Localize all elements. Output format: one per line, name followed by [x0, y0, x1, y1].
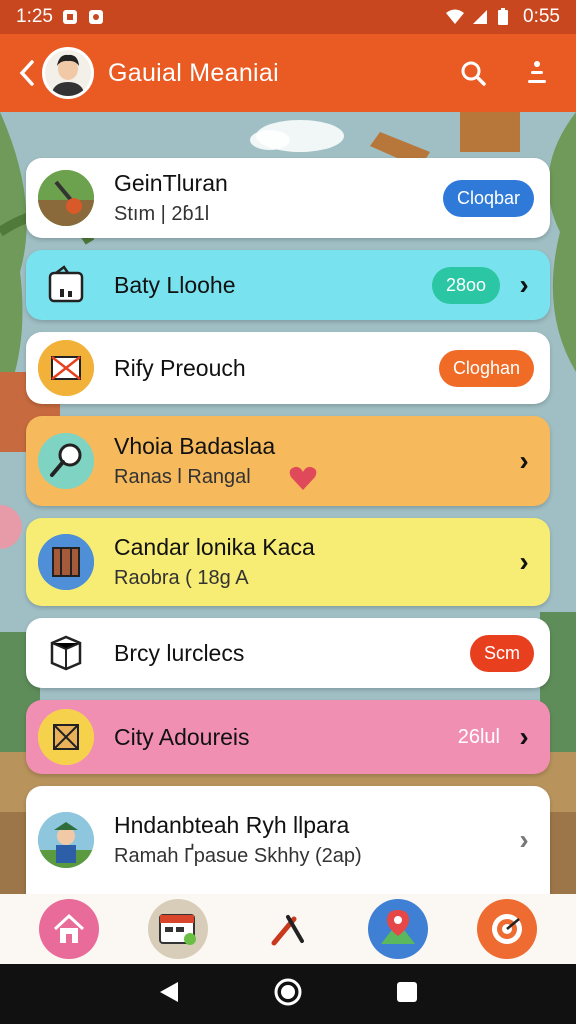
nav-home[interactable]	[38, 899, 99, 959]
status-time: 1:25	[16, 6, 53, 27]
person-icon	[38, 812, 94, 868]
avatar[interactable]	[42, 47, 94, 99]
list-item[interactable]: Candar lonika Kaca Raobra ( 18g A ›	[26, 518, 550, 606]
item-title: Candar lonika Kaca	[114, 534, 315, 560]
list-item[interactable]: City Adoureis 26lul ›	[26, 700, 550, 774]
map-icon	[373, 905, 422, 953]
envelope-icon	[38, 340, 94, 396]
calendar-icon	[38, 534, 94, 590]
target-icon	[492, 914, 523, 944]
crate-icon	[38, 709, 94, 765]
notification-icon	[87, 8, 105, 26]
system-nav-bar	[0, 964, 576, 1024]
item-title: Hndanbteah Ryh llpara	[114, 812, 350, 838]
item-action-button[interactable]: Cloghan	[438, 349, 534, 387]
chevron-right-icon: ›	[519, 824, 529, 855]
item-count: 26lul	[457, 725, 500, 748]
list-item[interactable]: GeinTluran Stım | 2ɓ1l Cloqbar	[26, 158, 550, 238]
chevron-right-icon: ›	[519, 721, 529, 752]
item-thumbnail	[38, 170, 94, 226]
chevron-right-icon: ›	[519, 445, 529, 476]
status-bar: 1:25 0:55	[0, 0, 576, 34]
item-title: City Adoureis	[114, 723, 250, 750]
more-vert-icon	[528, 61, 546, 83]
chevron-left-icon	[19, 60, 34, 86]
wifi-icon	[445, 8, 465, 26]
nav-map[interactable]	[367, 899, 428, 959]
chevron-right-icon: ›	[519, 269, 529, 300]
notification-icon	[61, 8, 79, 26]
nav-calendar[interactable]	[148, 899, 209, 959]
item-action-button[interactable]: Cloqbar	[442, 179, 534, 217]
search-icon	[38, 433, 94, 489]
calendar-icon	[159, 914, 197, 945]
chevron-right-icon: ›	[519, 546, 529, 577]
list-item[interactable]: Hndanbteah Ryh llpara Ramah Ґpasue Skhhy…	[26, 786, 550, 894]
triangle-back-icon	[159, 981, 178, 1002]
item-subtitle: Stım | 2ɓ1l	[114, 203, 210, 225]
home-icon	[53, 913, 84, 943]
item-title: Rify Preouch	[114, 354, 246, 381]
search-button[interactable]	[456, 56, 490, 90]
nav-tools[interactable]	[258, 899, 318, 959]
item-title: Brcy lurclecs	[114, 639, 245, 666]
back-nav-button[interactable]	[156, 979, 182, 1010]
item-subtitle: Ramah Ґpasue Skhhy (2ap)	[114, 845, 362, 867]
heart-icon	[288, 464, 318, 497]
list-item[interactable]: Brcy lurclecs Scm	[26, 618, 550, 688]
item-subtitle: Raobra ( 18g A	[114, 567, 249, 589]
back-button[interactable]	[14, 53, 40, 93]
recents-nav-button[interactable]	[394, 979, 420, 1010]
search-icon	[461, 61, 486, 86]
building-icon	[38, 257, 94, 313]
signal-icon	[471, 8, 489, 26]
item-badge: 28oo	[431, 266, 500, 304]
more-button[interactable]	[520, 56, 554, 90]
tools-icon	[271, 915, 304, 946]
circle-home-icon	[274, 978, 302, 1005]
bottom-nav	[0, 894, 576, 964]
item-title: Baty Lloohe	[114, 271, 236, 298]
list-item[interactable]: Baty Lloohe 28oo ›	[26, 250, 550, 320]
item-badge: Scm	[470, 634, 534, 672]
app-bar: Gauial Meaniai	[0, 34, 576, 112]
item-title: GeinTluran	[114, 170, 228, 196]
home-nav-button[interactable]	[273, 977, 303, 1012]
item-title: Vhoia Badaslaa	[114, 433, 276, 459]
list-item[interactable]: Rify Preouch Cloghan	[26, 332, 550, 404]
item-subtitle: Ranas l Rangal	[114, 466, 251, 488]
nav-target[interactable]	[477, 899, 538, 959]
page-title: Gauial Meaniai	[108, 58, 279, 87]
status-time-right: 0:55	[523, 6, 560, 27]
battery-icon	[497, 8, 515, 26]
box-icon	[38, 625, 94, 681]
list-item[interactable]: Vhoia Badaslaa Ranas l Rangal ›	[26, 416, 550, 506]
square-recents-icon	[397, 981, 418, 1002]
